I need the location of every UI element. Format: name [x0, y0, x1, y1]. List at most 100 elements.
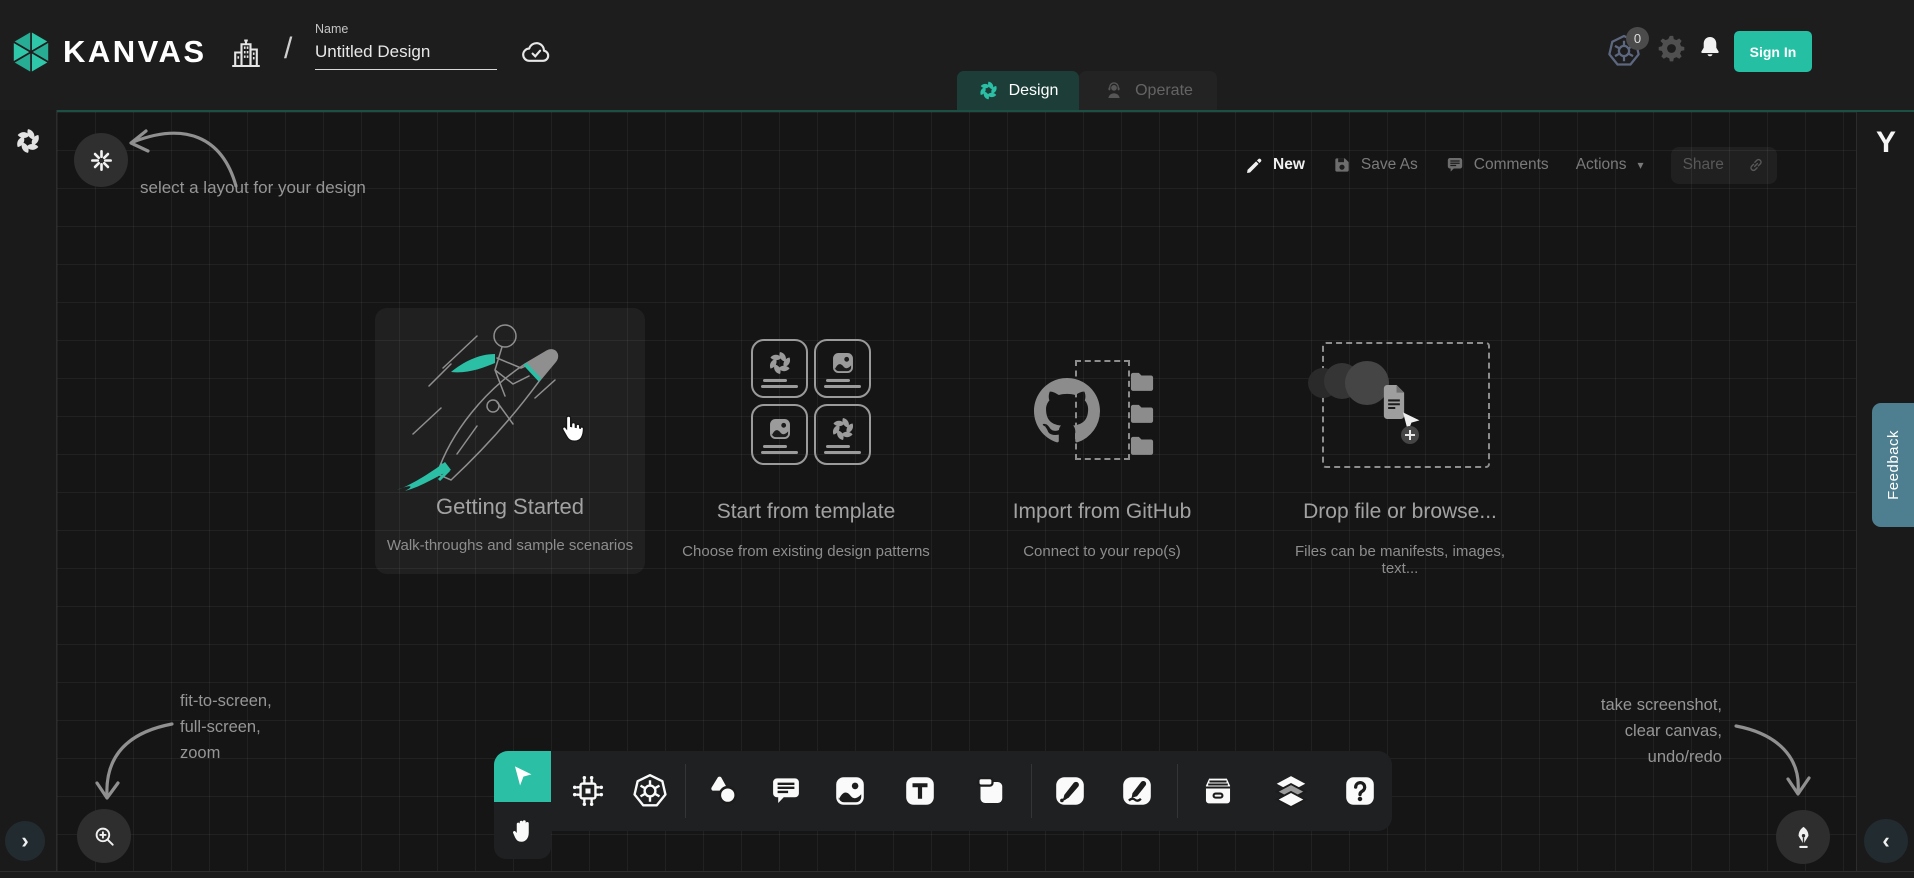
kubernetes-context-badge[interactable]: 0	[1626, 27, 1649, 50]
expand-right-panel-button[interactable]: ‹	[1864, 819, 1908, 863]
notifications-bell-icon[interactable]	[1696, 34, 1724, 62]
tool-layers[interactable]	[1268, 768, 1314, 814]
tool-kubernetes[interactable]	[627, 768, 673, 814]
mode-tabs: Design Operate	[957, 71, 1217, 110]
left-rail: ›	[0, 110, 57, 871]
cloud-sync-icon	[517, 36, 555, 70]
brand-name: KANVAS	[63, 34, 207, 70]
link-icon	[1747, 156, 1765, 174]
plus-icon	[1401, 426, 1419, 444]
pointer-tools-group	[494, 751, 551, 859]
layout-fab-button[interactable]	[74, 133, 128, 187]
github-octocat-icon	[1034, 378, 1100, 444]
bottom-strip	[0, 871, 1914, 878]
magnifier-plus-icon	[91, 823, 118, 850]
card-subtitle: Files can be manifests, images, text...	[1275, 543, 1525, 577]
chevron-right-icon: ›	[21, 828, 28, 854]
sign-in-button[interactable]: Sign In	[1734, 31, 1812, 72]
card-title: Drop file or browse...	[1275, 500, 1525, 524]
screenshot-hint-text: take screenshot,clear canvas,undo/redo	[1442, 692, 1722, 770]
design-name-input[interactable]	[315, 40, 497, 70]
tool-image[interactable]	[827, 768, 873, 814]
tool-drawer[interactable]	[1195, 768, 1241, 814]
zoom-hint-text: fit-to-screen,full-screen,zoom	[180, 688, 272, 766]
tool-pen[interactable]	[1047, 768, 1093, 814]
toolbar-divider	[1177, 764, 1178, 818]
chip-icon	[569, 772, 607, 810]
whiteboard-pen-button[interactable]	[1776, 810, 1830, 864]
folder-icon	[1126, 432, 1158, 460]
design-spiral-icon	[978, 80, 999, 101]
tool-text[interactable]	[897, 768, 943, 814]
question-mark-icon	[1342, 773, 1378, 809]
toolbar-divider	[685, 764, 686, 818]
tool-component[interactable]	[565, 768, 611, 814]
actions-menu[interactable]: Actions ▾	[1576, 156, 1644, 174]
comment-bubble-icon	[1445, 155, 1465, 175]
kanvas-hexagon-icon	[11, 30, 51, 74]
hand-cursor-icon	[551, 408, 591, 448]
app-window: KANVAS / Name Design Operate 0 Sign In	[0, 0, 1914, 878]
card-title: Start from template	[660, 500, 952, 524]
design-canvas[interactable]: select a layout for your design New Save…	[57, 112, 1856, 871]
rocket-doodle-illustration	[385, 314, 635, 492]
image-icon	[832, 773, 868, 809]
breadcrumb-separator: /	[284, 32, 292, 66]
template-tile	[814, 404, 871, 465]
tool-comment[interactable]	[763, 768, 809, 814]
tool-pan[interactable]	[503, 809, 543, 853]
zoom-in-button[interactable]	[77, 809, 131, 863]
comment-bubble-icon	[768, 773, 804, 809]
card-drop-file[interactable]: Drop file or browse... Files can be mani…	[1275, 335, 1525, 590]
chevron-left-icon: ‹	[1882, 828, 1889, 854]
comments-button[interactable]: Comments	[1445, 155, 1549, 175]
chevron-down-icon: ▾	[1638, 158, 1644, 172]
canvas-top-accent-line	[57, 110, 1914, 112]
note-icon	[973, 773, 1009, 809]
card-start-from-template[interactable]: Start from template Choose from existing…	[660, 335, 952, 590]
new-button[interactable]: New	[1245, 156, 1305, 175]
template-tile	[751, 339, 808, 398]
tool-select[interactable]	[494, 751, 551, 802]
card-title: Getting Started	[375, 494, 645, 520]
y-logo[interactable]: Y	[1857, 126, 1914, 160]
operate-headset-icon	[1103, 80, 1125, 102]
feedback-tab[interactable]: Feedback	[1872, 403, 1914, 527]
settings-gear-icon[interactable]	[1656, 33, 1687, 64]
card-getting-started[interactable]: Getting Started Walk-throughs and sample…	[375, 308, 645, 574]
card-import-from-github[interactable]: Import from GitHub Connect to your repo(…	[977, 335, 1227, 590]
tool-help[interactable]	[1337, 768, 1383, 814]
card-subtitle: Connect to your repo(s)	[977, 543, 1227, 560]
design-name-label: Name	[315, 22, 497, 36]
shapes-icon	[704, 772, 742, 810]
kubernetes-icon	[631, 772, 669, 810]
spiral-logo-icon[interactable]	[14, 127, 42, 155]
layers-icon	[1272, 772, 1310, 810]
tab-design[interactable]: Design	[957, 71, 1079, 110]
template-tiles	[751, 339, 871, 465]
template-tile	[751, 404, 808, 465]
pencil-icon	[1245, 156, 1264, 175]
design-name-field: Name	[315, 22, 497, 70]
app-header: KANVAS / Name Design Operate 0 Sign In	[0, 0, 1914, 110]
right-rail: Y Feedback ‹	[1856, 110, 1914, 871]
save-as-button[interactable]: Save As	[1332, 155, 1418, 175]
folder-icon	[1126, 368, 1158, 396]
asterisk-icon	[89, 148, 114, 173]
toolbar-divider	[1031, 764, 1032, 818]
organization-icon[interactable]	[228, 36, 264, 72]
expand-left-panel-button[interactable]: ›	[5, 821, 45, 861]
app-logo[interactable]: KANVAS	[11, 30, 207, 74]
card-subtitle: Choose from existing design patterns	[660, 543, 952, 560]
text-icon	[902, 773, 938, 809]
floppy-save-icon	[1332, 155, 1352, 175]
hand-icon	[508, 816, 538, 846]
tool-dock	[494, 751, 1392, 831]
tool-note[interactable]	[968, 768, 1014, 814]
tool-shapes[interactable]	[700, 768, 746, 814]
tool-sketch[interactable]	[1114, 768, 1160, 814]
pen-tool-icon	[1052, 773, 1088, 809]
share-button[interactable]: Share	[1671, 147, 1777, 184]
tab-operate[interactable]: Operate	[1079, 71, 1217, 110]
drawer-icon	[1199, 772, 1237, 810]
